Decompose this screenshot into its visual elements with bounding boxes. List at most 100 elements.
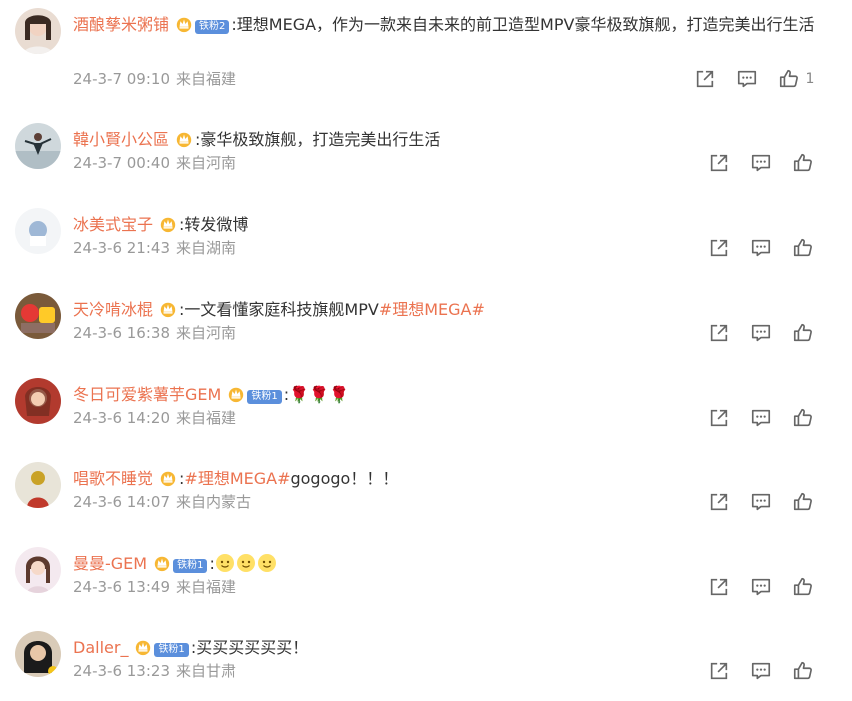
like-button[interactable] <box>782 322 824 344</box>
smile-emoji-icon <box>257 554 276 572</box>
comment-item: Daller_ 铁粉1:买买买买买买！ 24-3-6 13:23 来自甘肃 <box>0 626 852 698</box>
share-button[interactable] <box>698 407 740 429</box>
comment-icon <box>750 576 772 598</box>
comment-meta: 24-3-7 09:10 来自福建 <box>73 69 236 89</box>
thumbs-up-icon <box>778 68 800 90</box>
comment-date: 24-3-6 16:38 <box>73 324 170 342</box>
share-button[interactable] <box>698 491 740 513</box>
comment-body-suffix: gogogo！！！ <box>290 469 399 488</box>
comment-item: 酒酿孳米粥铺 铁粉2:理想MEGA，作为一款来自未来的前卫造型MPV豪华极致旗舰，… <box>0 3 852 90</box>
fan-badge[interactable]: 铁粉2 <box>195 20 230 34</box>
comment-text: 唱歌不睡觉:#理想MEGA#gogogo！！！ <box>73 466 833 492</box>
comment-body: :一文看懂家庭科技旗舰MPV <box>179 300 379 319</box>
fan-badge[interactable]: 铁粉1 <box>173 559 208 573</box>
crown-icon <box>159 300 177 318</box>
comment-meta: 24-3-6 13:23 来自甘肃 <box>73 661 236 681</box>
username[interactable]: 冬日可爱紫薯芋GEM <box>73 385 221 404</box>
reply-button[interactable] <box>740 237 782 259</box>
share-icon <box>708 660 730 682</box>
avatar[interactable] <box>15 631 61 677</box>
reply-button[interactable] <box>740 152 782 174</box>
hashtag-link[interactable]: #理想MEGA# <box>184 469 290 488</box>
share-button[interactable] <box>698 576 740 598</box>
reply-button[interactable] <box>740 576 782 598</box>
comment-actions <box>698 237 824 259</box>
smile-emoji-icon <box>215 554 234 572</box>
thumbs-up-icon <box>792 491 814 513</box>
like-button[interactable] <box>782 152 824 174</box>
share-button[interactable] <box>684 68 726 90</box>
share-icon <box>708 576 730 598</box>
comment-location: 来自福建 <box>176 70 237 88</box>
comment-meta: 24-3-6 14:20 来自福建 <box>73 408 236 428</box>
comment-location: 来自福建 <box>176 409 237 427</box>
smile-emoji-icon <box>236 554 255 572</box>
comment-meta: 24-3-6 21:43 来自湖南 <box>73 238 236 258</box>
like-button[interactable] <box>782 576 824 598</box>
username[interactable]: Daller_ <box>73 638 128 657</box>
comment-body: :转发微博 <box>179 215 249 234</box>
share-button[interactable] <box>698 322 740 344</box>
like-button[interactable] <box>782 237 824 259</box>
crown-icon <box>175 15 193 33</box>
like-button[interactable] <box>782 660 824 682</box>
comment-icon <box>750 660 772 682</box>
share-icon <box>708 407 730 429</box>
thumbs-up-icon <box>792 237 814 259</box>
like-count: 1 <box>805 71 815 87</box>
comment-location: 来自福建 <box>176 578 237 596</box>
share-button[interactable] <box>698 660 740 682</box>
comment-date: 24-3-7 09:10 <box>73 70 170 88</box>
comment-date: 24-3-6 14:07 <box>73 493 170 511</box>
avatar[interactable] <box>15 208 61 254</box>
comment-location: 来自河南 <box>176 154 237 172</box>
crown-icon <box>159 215 177 233</box>
crown-icon <box>153 554 171 572</box>
thumbs-up-icon <box>792 576 814 598</box>
avatar[interactable] <box>15 293 61 339</box>
comment-item: 韓小賢小公區:豪华极致旗舰，打造完美出行生活 24-3-7 00:40 来自河南 <box>0 118 852 188</box>
comment-text: 冰美式宝子 :转发微博 <box>73 212 833 238</box>
share-icon <box>708 152 730 174</box>
username[interactable]: 冰美式宝子 <box>73 215 153 234</box>
fan-badge[interactable]: 铁粉1 <box>154 643 189 657</box>
comment-item: 冰美式宝子 :转发微博 24-3-6 21:43 来自湖南 <box>0 203 852 273</box>
like-button[interactable] <box>782 491 824 513</box>
comment-actions <box>698 152 824 174</box>
like-button[interactable]: 1 <box>768 68 824 90</box>
comment-icon <box>736 68 758 90</box>
reply-button[interactable] <box>740 322 782 344</box>
reply-button[interactable] <box>740 660 782 682</box>
reply-button[interactable] <box>740 491 782 513</box>
avatar[interactable] <box>15 378 61 424</box>
comment-icon <box>750 322 772 344</box>
comment-item: 天冷啃冰棍 :一文看懂家庭科技旗舰MPV#理想MEGA# 24-3-6 16:38… <box>0 288 852 358</box>
comment-item: 唱歌不睡觉:#理想MEGA#gogogo！！！ 24-3-6 14:07 来自内蒙… <box>0 457 852 527</box>
reply-button[interactable] <box>740 407 782 429</box>
username[interactable]: 曼曼-GEM <box>73 554 147 573</box>
comment-item: 冬日可爱紫薯芋GEM 铁粉1:🌹🌹🌹 24-3-6 14:20 来自福建 <box>0 373 852 443</box>
reply-button[interactable] <box>726 68 768 90</box>
crown-icon <box>227 385 245 403</box>
hashtag-link[interactable]: #理想MEGA# <box>379 300 485 319</box>
avatar[interactable] <box>15 8 61 54</box>
comment-text: 韓小賢小公區:豪华极致旗舰，打造完美出行生活 <box>73 127 833 153</box>
fan-badge[interactable]: 铁粉1 <box>247 390 282 404</box>
username[interactable]: 酒酿孳米粥铺 <box>73 15 169 34</box>
username[interactable]: 唱歌不睡觉 <box>73 469 153 488</box>
username[interactable]: 韓小賢小公區 <box>73 130 169 149</box>
comment-location: 来自湖南 <box>176 239 237 257</box>
comment-date: 24-3-6 13:23 <box>73 662 170 680</box>
comment-icon <box>750 491 772 513</box>
share-button[interactable] <box>698 152 740 174</box>
avatar[interactable] <box>15 547 61 593</box>
comment-body: :买买买买买买！ <box>190 638 309 657</box>
avatar[interactable] <box>15 462 61 508</box>
comment-location: 来自河南 <box>176 324 237 342</box>
username[interactable]: 天冷啃冰棍 <box>73 300 153 319</box>
share-button[interactable] <box>698 237 740 259</box>
comment-text: 天冷啃冰棍 :一文看懂家庭科技旗舰MPV#理想MEGA# <box>73 297 833 323</box>
like-button[interactable] <box>782 407 824 429</box>
crown-icon <box>134 638 152 656</box>
avatar[interactable] <box>15 123 61 169</box>
